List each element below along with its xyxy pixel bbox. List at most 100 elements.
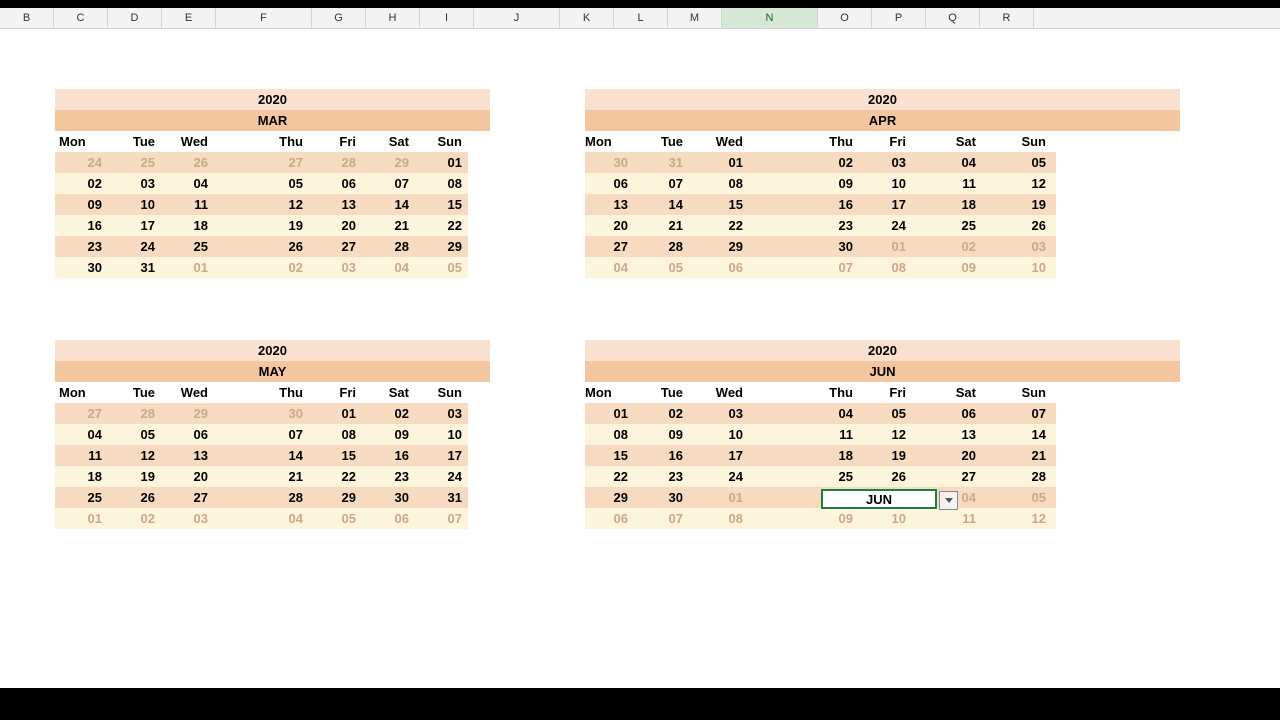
calendar-day-cell[interactable]: 16 [638,445,693,466]
calendar-day-cell[interactable]: 19 [986,194,1056,215]
calendar-day-cell[interactable]: 08 [693,173,753,194]
calendar-day-cell[interactable]: 19 [863,445,916,466]
calendar-day-cell[interactable]: 28 [986,466,1056,487]
calendar-day-cell[interactable]: 29 [309,487,362,508]
calendar-day-cell[interactable]: 06 [693,257,753,278]
calendar-day-cell[interactable]: 23 [638,466,693,487]
calendar-day-cell[interactable]: 12 [986,508,1056,529]
calendar-day-cell[interactable]: 22 [309,466,362,487]
calendar-day-cell[interactable]: 31 [415,487,468,508]
column-header-R[interactable]: R [980,8,1034,28]
calendar-day-cell[interactable]: 21 [214,466,309,487]
calendar-day-cell[interactable]: 20 [161,466,214,487]
column-header-J[interactable]: J [474,8,560,28]
calendar-day-cell[interactable]: 06 [309,173,362,194]
calendar-day-cell[interactable]: 14 [214,445,309,466]
calendar-day-cell[interactable]: 04 [161,173,214,194]
calendar-day-cell[interactable]: 01 [693,487,753,508]
calendar-day-cell[interactable]: 24 [863,215,916,236]
column-header-Q[interactable]: Q [926,8,980,28]
calendar-day-cell[interactable]: 09 [753,173,863,194]
calendar-day-cell[interactable]: 29 [362,152,415,173]
column-header-D[interactable]: D [108,8,162,28]
calendar-day-cell[interactable]: 13 [309,194,362,215]
calendar-day-cell[interactable]: 11 [753,424,863,445]
calendar-day-cell[interactable]: 28 [214,487,309,508]
calendar-day-cell[interactable]: 17 [108,215,161,236]
calendar-day-cell[interactable]: 03 [415,403,468,424]
calendar-day-cell[interactable]: 02 [108,508,161,529]
calendar-day-cell[interactable]: 01 [863,236,916,257]
calendar-month[interactable]: MAY [55,361,490,382]
calendar-day-cell[interactable]: 22 [415,215,468,236]
calendar-day-cell[interactable]: 04 [55,424,108,445]
calendar-day-cell[interactable]: 10 [415,424,468,445]
calendar-day-cell[interactable]: 16 [55,215,108,236]
calendar-day-cell[interactable]: 12 [863,424,916,445]
calendar-day-cell[interactable]: 30 [638,487,693,508]
calendar-day-cell[interactable]: 17 [415,445,468,466]
calendar-day-cell[interactable]: 27 [161,487,214,508]
calendar-day-cell[interactable]: 27 [214,152,309,173]
calendar-day-cell[interactable]: 04 [916,152,986,173]
calendar-day-cell[interactable]: 23 [753,215,863,236]
calendar-day-cell[interactable]: 10 [108,194,161,215]
calendar-day-cell[interactable]: 24 [55,152,108,173]
calendar-day-cell[interactable]: 03 [986,236,1056,257]
calendar-day-cell[interactable]: 30 [55,257,108,278]
calendar-day-cell[interactable]: 01 [161,257,214,278]
calendar-day-cell[interactable]: 18 [161,215,214,236]
calendar-day-cell[interactable]: 05 [309,508,362,529]
calendar-day-cell[interactable]: 25 [753,466,863,487]
calendar-day-cell[interactable]: 11 [916,173,986,194]
calendar-day-cell[interactable]: 27 [585,236,638,257]
calendar-day-cell[interactable]: 02 [916,236,986,257]
calendar-day-cell[interactable]: 02 [55,173,108,194]
calendar-day-cell[interactable]: 23 [55,236,108,257]
calendar-day-cell[interactable]: 26 [161,152,214,173]
calendar-day-cell[interactable]: 27 [55,403,108,424]
calendar-month[interactable]: APR [585,110,1180,131]
data-validation-dropdown-button[interactable] [939,491,958,510]
calendar-day-cell[interactable]: 06 [585,173,638,194]
calendar-day-cell[interactable]: 06 [585,508,638,529]
calendar-day-cell[interactable]: 07 [638,508,693,529]
calendar-day-cell[interactable]: 08 [585,424,638,445]
calendar-day-cell[interactable]: 06 [362,508,415,529]
calendar-day-cell[interactable]: 28 [108,403,161,424]
calendar-day-cell[interactable]: 06 [161,424,214,445]
calendar-day-cell[interactable]: 14 [362,194,415,215]
calendar-day-cell[interactable]: 01 [309,403,362,424]
calendar-day-cell[interactable]: 05 [638,257,693,278]
calendar-day-cell[interactable]: 03 [108,173,161,194]
calendar-day-cell[interactable]: 10 [863,173,916,194]
column-header-E[interactable]: E [162,8,216,28]
calendar-day-cell[interactable]: 19 [214,215,309,236]
calendar-day-cell[interactable]: 24 [693,466,753,487]
calendar-month[interactable]: JUN [585,361,1180,382]
calendar-day-cell[interactable]: 11 [161,194,214,215]
calendar-day-cell[interactable]: 10 [986,257,1056,278]
column-header-G[interactable]: G [312,8,366,28]
calendar-day-cell[interactable]: 29 [161,403,214,424]
calendar-day-cell[interactable]: 10 [693,424,753,445]
calendar-day-cell[interactable]: 22 [693,215,753,236]
calendar-day-cell[interactable]: 25 [161,236,214,257]
calendar-day-cell[interactable]: 01 [585,403,638,424]
calendar-day-cell[interactable]: 02 [362,403,415,424]
calendar-day-cell[interactable]: 26 [986,215,1056,236]
active-cell[interactable]: JUN [821,489,937,509]
calendar-day-cell[interactable]: 27 [916,466,986,487]
calendar-day-cell[interactable]: 05 [214,173,309,194]
calendar-day-cell[interactable]: 12 [986,173,1056,194]
calendar-day-cell[interactable]: 25 [108,152,161,173]
calendar-day-cell[interactable]: 18 [55,466,108,487]
calendar-day-cell[interactable]: 07 [214,424,309,445]
calendar-day-cell[interactable]: 16 [362,445,415,466]
calendar-day-cell[interactable]: 05 [863,403,916,424]
column-header-B[interactable]: B [0,8,54,28]
calendar-day-cell[interactable]: 03 [863,152,916,173]
calendar-day-cell[interactable]: 13 [916,424,986,445]
calendar-day-cell[interactable]: 02 [638,403,693,424]
calendar-day-cell[interactable]: 07 [753,257,863,278]
